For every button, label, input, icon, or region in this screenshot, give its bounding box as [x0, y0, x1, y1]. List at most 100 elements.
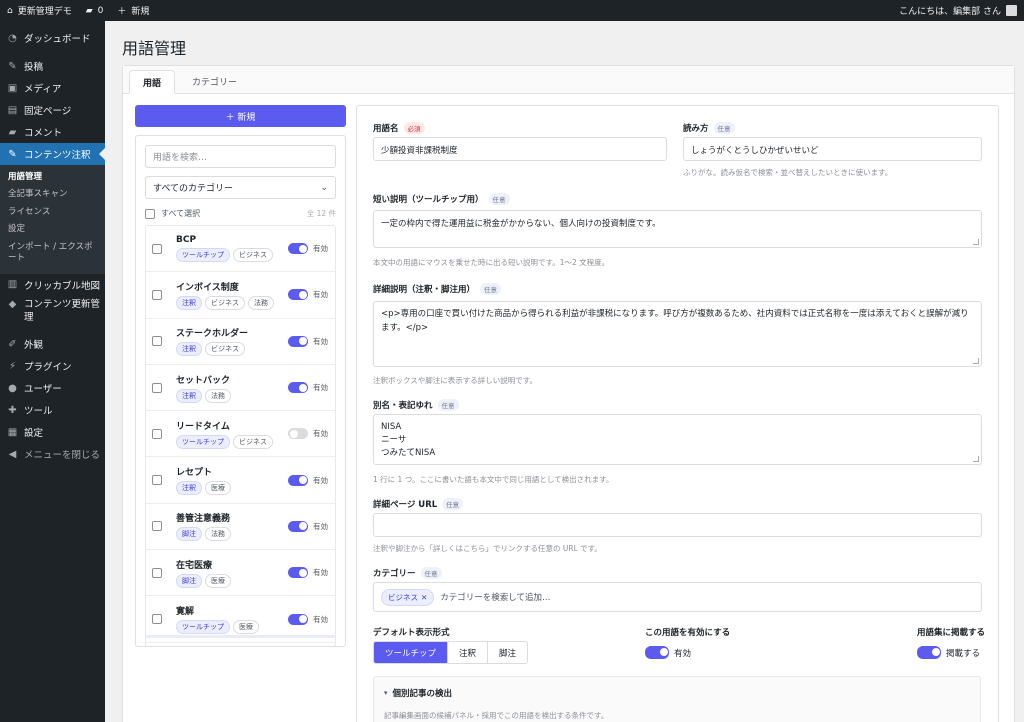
enable-label: この用語を有効にする — [645, 628, 731, 638]
menu-media[interactable]: ▣ メディア — [0, 77, 105, 99]
category-tag-input[interactable]: ビジネス ✕ カテゴリーを検索して追加… — [373, 582, 982, 612]
term-tag: ビジネス — [233, 248, 273, 263]
tab-terms[interactable]: 用語 — [129, 70, 176, 94]
term-row[interactable]: ステークホルダー 注釈 ビジネス 有効 — [146, 319, 335, 365]
term-enabled-toggle[interactable] — [288, 289, 308, 301]
wrench-icon: ✚ — [8, 404, 17, 416]
term-row[interactable]: BCP ツールチップ ビジネス 有効 — [146, 226, 335, 273]
menu-tools[interactable]: ✚ ツール — [0, 399, 105, 421]
url-field[interactable] — [373, 513, 982, 537]
alias-textarea[interactable]: NISA ニーサ つみたてNISA — [373, 414, 982, 465]
submenu-settings[interactable]: 設定 — [0, 221, 105, 238]
format-footnote-button[interactable]: 脚注 — [487, 642, 527, 663]
submenu: 用語管理 全記事スキャン ライセンス 設定 インポート / エクスポート — [0, 165, 105, 274]
field-label: 用語名 — [373, 124, 399, 134]
term-row[interactable]: セットバック 注釈 法務 有効 — [146, 365, 335, 412]
format-annotation-button[interactable]: 注釈 — [447, 642, 487, 663]
term-enabled-toggle[interactable] — [288, 567, 308, 579]
display-format-label: デフォルト表示形式 — [373, 628, 450, 638]
term-checkbox[interactable] — [152, 567, 162, 578]
term-checkbox[interactable] — [152, 614, 162, 625]
resize-handle-icon[interactable] — [973, 239, 979, 245]
menu-label: 設定 — [24, 428, 44, 440]
list-scrollbar[interactable] — [146, 635, 335, 638]
menu-clickable-map[interactable]: ▥ クリッカブル地図 — [0, 274, 105, 296]
account-menu[interactable]: こんにちは、編集部 さん — [892, 0, 1024, 21]
category-filter-select[interactable]: すべてのカテゴリー ⌄ — [145, 176, 336, 199]
collapse-icon: ◀ — [8, 448, 17, 460]
term-enabled-toggle[interactable] — [288, 428, 308, 440]
category-search-placeholder[interactable]: カテゴリーを検索して追加… — [440, 591, 550, 603]
comments-count: 0 — [97, 5, 104, 16]
resize-handle-icon[interactable] — [973, 456, 979, 462]
alias-label: 別名・表記ゆれ 任意 — [373, 399, 459, 411]
term-enabled-toggle[interactable] — [288, 613, 308, 625]
pencil-icon: ✎ — [8, 148, 17, 160]
detail-textarea[interactable]: <p>専用の口座で買い付けた商品から得られる利益が非課税になります。呼び方が複数… — [373, 301, 982, 367]
term-row[interactable]: 在宅医療 脚注 医療 有効 — [146, 550, 335, 597]
chevron-down-icon: ⌄ — [320, 182, 328, 193]
term-tag: 注釈 — [176, 481, 202, 496]
site-name-link[interactable]: ⌂ 更新管理デモ — [0, 0, 79, 21]
resize-handle-icon[interactable] — [973, 358, 979, 364]
alias-line: ニーサ — [381, 435, 407, 446]
glossary-toggle[interactable] — [917, 646, 941, 659]
menu-pages[interactable]: ▤ 固定ページ — [0, 99, 105, 121]
toggle-label: 有効 — [313, 568, 328, 578]
term-enabled-toggle[interactable] — [288, 243, 308, 255]
term-checkbox[interactable] — [152, 336, 162, 347]
term-tag: 法務 — [205, 388, 231, 403]
term-checkbox[interactable] — [152, 475, 162, 486]
term-enabled-toggle[interactable] — [288, 474, 308, 486]
menu-label: ダッシュボード — [24, 34, 91, 45]
plus-icon: ＋ — [117, 7, 127, 17]
comment-icon: ▰ — [85, 5, 93, 16]
submenu-term-management[interactable]: 用語管理 — [0, 169, 105, 186]
remove-icon[interactable]: ✕ — [421, 593, 427, 602]
submenu-full-scan[interactable]: 全記事スキャン — [0, 186, 105, 203]
term-enabled-toggle[interactable] — [288, 520, 308, 532]
menu-content-update[interactable]: ◆ コンテンツ更新管理 — [0, 296, 105, 328]
term-checkbox[interactable] — [152, 382, 162, 393]
term-tag: ビジネス — [205, 295, 245, 310]
submenu-license[interactable]: ライセンス — [0, 204, 105, 221]
reading-field[interactable]: しょうがくとうしひかぜいせいど — [683, 137, 982, 161]
term-checkbox[interactable] — [152, 521, 162, 532]
term-row[interactable]: インボイス制度 注釈 ビジネス 法務 有効 — [146, 272, 335, 319]
term-name-field[interactable]: 少額投資非課税制度 — [373, 137, 667, 161]
select-all-checkbox[interactable] — [145, 208, 155, 219]
term-enabled-toggle[interactable] — [288, 382, 308, 394]
format-tooltip-button[interactable]: ツールチップ — [374, 642, 448, 663]
menu-users[interactable]: ● ユーザー — [0, 377, 105, 399]
term-enabled-toggle[interactable] — [288, 335, 308, 347]
term-row[interactable]: 善管注意義務 脚注 法務 有効 — [146, 504, 335, 551]
term-checkbox[interactable] — [152, 289, 162, 300]
glossary-toggle-row: 掲載する — [917, 646, 980, 659]
menu-dashboard[interactable]: ◔ ダッシュボード — [0, 27, 105, 49]
submenu-import-export[interactable]: インポート / エクスポート — [0, 239, 105, 268]
menu-collapse[interactable]: ◀ メニューを閉じる — [0, 443, 105, 465]
detect-header[interactable]: ▾ 個別記事の検出 — [384, 687, 452, 699]
category-pill: ビジネス ✕ — [381, 588, 435, 606]
menu-plugins[interactable]: ⚡ プラグイン — [0, 355, 105, 377]
menu-settings[interactable]: ▦ 設定 — [0, 421, 105, 443]
enable-toggle[interactable] — [645, 646, 669, 659]
optional-badge: 任意 — [713, 122, 735, 134]
menu-posts[interactable]: ✎ 投稿 — [0, 55, 105, 77]
short-desc-textarea[interactable]: 一定の枠内で得た運用益に税金がかからない、個人向けの投資制度です。 — [373, 210, 982, 248]
new-term-button[interactable]: ＋ 新規 — [135, 105, 346, 127]
term-checkbox[interactable] — [152, 243, 162, 254]
term-search-input[interactable]: 用語を検索… — [145, 145, 336, 168]
menu-comments[interactable]: ▰ コメント — [0, 121, 105, 143]
new-content-link[interactable]: ＋ 新規 — [110, 0, 156, 21]
tab-categories[interactable]: カテゴリー — [179, 69, 250, 93]
brush-icon: ✐ — [8, 338, 17, 350]
detail-text: <p>専用の口座で買い付けた商品から得られる利益が非課税になります。呼び方が複数… — [381, 309, 969, 333]
comments-link[interactable]: ▰ 0 — [79, 0, 111, 21]
term-row[interactable]: リードタイム ツールチップ ビジネス 有効 — [146, 411, 335, 458]
term-row[interactable]: レセプト 注釈 医療 有効 — [146, 457, 335, 504]
menu-content-annotation[interactable]: ✎ コンテンツ注釈 — [0, 143, 105, 165]
toggle-label: 有効 — [313, 521, 328, 531]
term-checkbox[interactable] — [152, 428, 162, 439]
menu-appearance[interactable]: ✐ 外観 — [0, 333, 105, 355]
